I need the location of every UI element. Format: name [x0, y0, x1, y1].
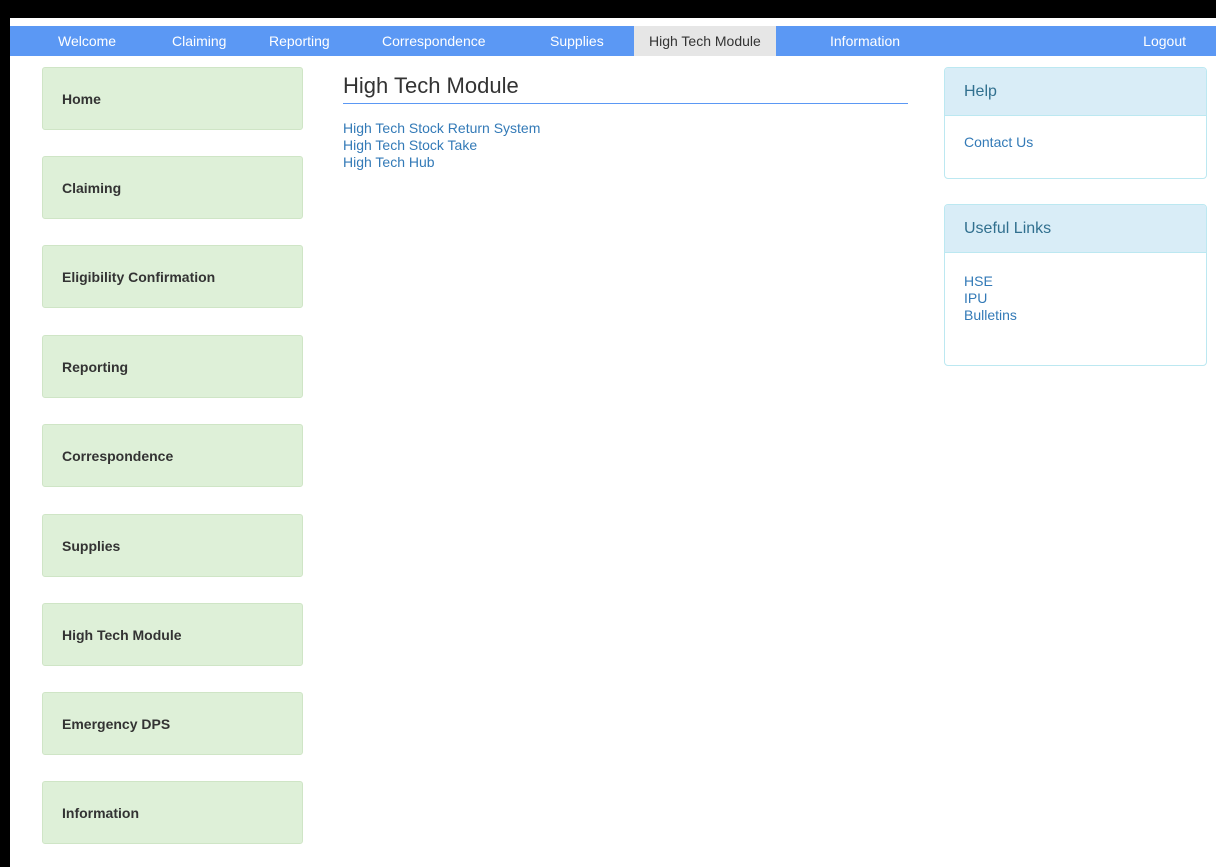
- sidebar-item-label: Eligibility Confirmation: [62, 269, 216, 285]
- nav-information[interactable]: Information: [830, 26, 900, 56]
- app-window: Welcome Claiming Reporting Correspondenc…: [10, 18, 1216, 867]
- sidebar-item-information[interactable]: Information: [42, 781, 303, 844]
- useful-links-body: HSE IPU Bulletins: [945, 253, 1206, 342]
- sidebar-item-label: Information: [62, 805, 139, 821]
- sidebar-item-label: Emergency DPS: [62, 716, 171, 732]
- help-panel-heading: Help: [945, 68, 1206, 116]
- help-panel-body: Contact Us: [945, 116, 1206, 169]
- link-stock-return-system[interactable]: High Tech Stock Return System: [343, 120, 908, 137]
- sidebar-item-supplies[interactable]: Supplies: [42, 514, 303, 577]
- sidebar-item-label: Correspondence: [62, 448, 174, 464]
- useful-links-panel: Useful Links HSE IPU Bulletins: [944, 204, 1207, 366]
- bulletins-link[interactable]: Bulletins: [964, 307, 1187, 324]
- nav-high-tech-module[interactable]: High Tech Module: [634, 26, 776, 56]
- logout-link[interactable]: Logout: [1143, 26, 1186, 56]
- main-content: High Tech Module High Tech Stock Return …: [343, 67, 908, 171]
- link-stock-take[interactable]: High Tech Stock Take: [343, 137, 908, 154]
- sidebar-item-high-tech-module[interactable]: High Tech Module: [42, 603, 303, 666]
- link-high-tech-hub[interactable]: High Tech Hub: [343, 154, 908, 171]
- nav-claiming[interactable]: Claiming: [172, 26, 226, 56]
- sidebar-item-label: Claiming: [62, 180, 122, 196]
- sidebar-item-label: Reporting: [62, 359, 129, 375]
- ipu-link[interactable]: IPU: [964, 290, 1187, 307]
- sidebar-item-eligibility-confirmation[interactable]: Eligibility Confirmation: [42, 245, 303, 308]
- contact-us-link[interactable]: Contact Us: [964, 134, 1187, 151]
- sidebar-item-label: Home: [62, 91, 101, 107]
- nav-correspondence[interactable]: Correspondence: [382, 26, 486, 56]
- hse-link[interactable]: HSE: [964, 273, 1187, 290]
- sidebar-item-claiming[interactable]: Claiming: [42, 156, 303, 219]
- nav-welcome[interactable]: Welcome: [58, 26, 116, 56]
- sidebar-item-home[interactable]: Home: [42, 67, 303, 130]
- help-panel: Help Contact Us: [944, 67, 1207, 179]
- sidebar-item-reporting[interactable]: Reporting: [42, 335, 303, 398]
- sidebar-item-correspondence[interactable]: Correspondence: [42, 424, 303, 487]
- sidebar-item-label: High Tech Module: [62, 627, 182, 643]
- sidebar-item-label: Supplies: [62, 538, 121, 554]
- nav-reporting[interactable]: Reporting: [269, 26, 330, 56]
- page-title: High Tech Module: [343, 67, 908, 104]
- useful-links-heading: Useful Links: [945, 205, 1206, 253]
- sidebar-item-emergency-dps[interactable]: Emergency DPS: [42, 692, 303, 755]
- top-navigation-bar: Welcome Claiming Reporting Correspondenc…: [10, 26, 1216, 56]
- nav-supplies[interactable]: Supplies: [550, 26, 604, 56]
- module-links: High Tech Stock Return System High Tech …: [343, 120, 908, 171]
